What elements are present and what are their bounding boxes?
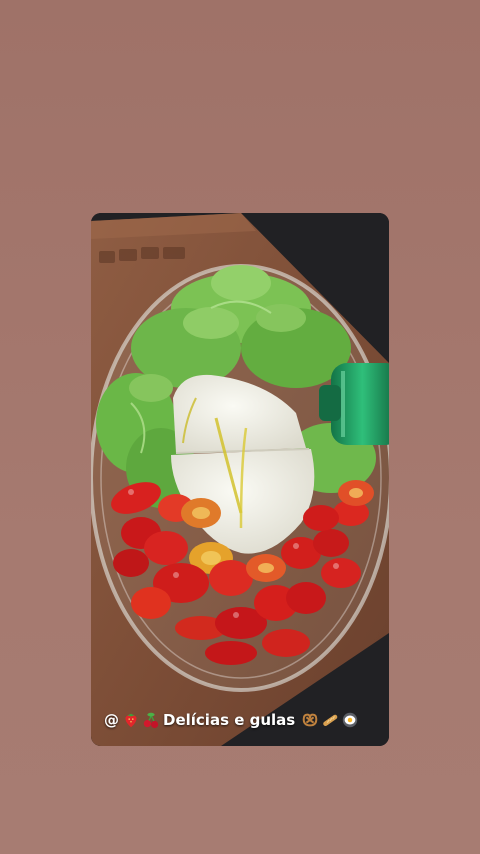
caption-title: Delícias e gulas (163, 711, 296, 729)
strawberry-icon (125, 713, 137, 728)
food-photo (91, 213, 389, 746)
story-card[interactable]: @ Delícias e gulas (91, 213, 389, 746)
cherries-icon (143, 712, 159, 729)
story-caption: @ Delícias e gulas (91, 707, 389, 733)
pretzel-icon (302, 713, 318, 727)
fried-egg-icon (343, 712, 358, 728)
baguette-icon (323, 714, 338, 726)
caption-at-symbol: @ (104, 711, 119, 729)
